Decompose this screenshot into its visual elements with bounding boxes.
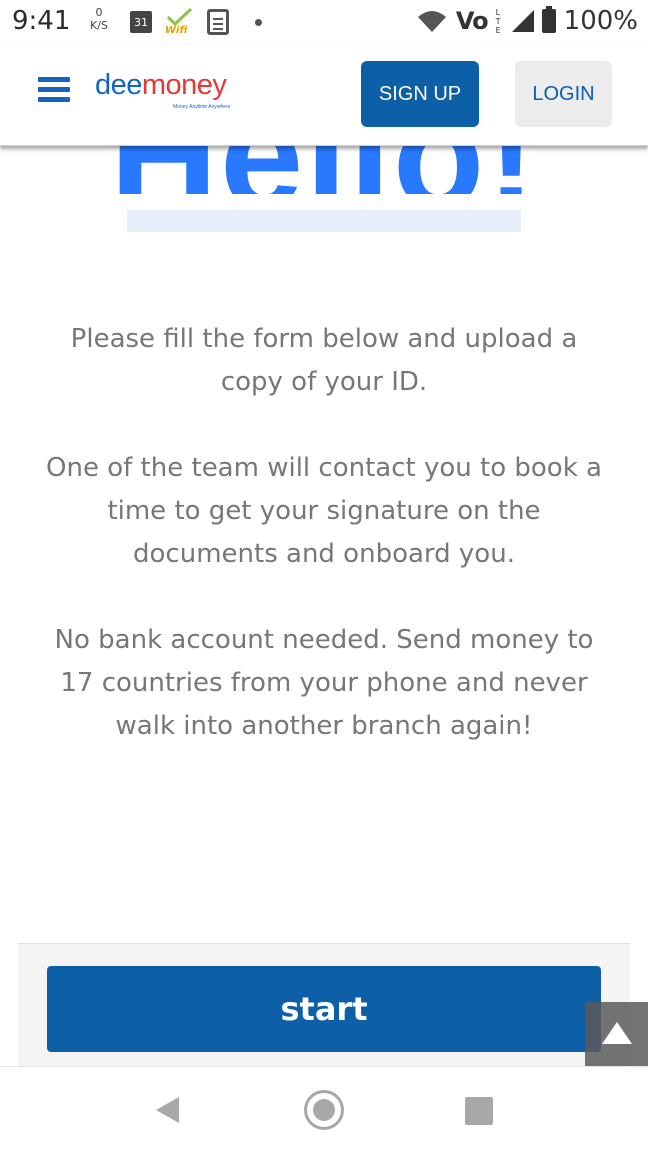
logo-money: money	[141, 69, 227, 101]
deemoney-logo[interactable]: deemoney Money Anytime Anywhere	[95, 68, 255, 112]
net-speed-indicator: 0 K/S	[88, 6, 110, 32]
intro-text: Please fill the form below and upload a …	[40, 318, 608, 791]
hero-underline	[127, 210, 521, 232]
arrow-up-icon[interactable]	[585, 1002, 648, 1066]
login-button[interactable]: LOGIN	[515, 61, 612, 127]
net-speed-unit: K/S	[90, 19, 108, 32]
net-speed-value: 0	[95, 6, 103, 19]
battery-icon	[541, 6, 556, 33]
status-right-group: Vo LTE 100%	[416, 6, 638, 36]
sign-up-button[interactable]: SIGN UP	[361, 61, 479, 127]
recent-apps-square-icon[interactable]	[465, 1097, 493, 1125]
wifi-app-label: Wifi	[165, 25, 188, 36]
cell-signal-icon	[511, 10, 534, 32]
hamburger-icon[interactable]	[38, 77, 70, 103]
lte-label: LTE	[495, 7, 501, 35]
volte-label: Vo	[455, 7, 489, 35]
intro-paragraph-3: No bank account needed. Send money to 17…	[54, 625, 594, 741]
calendar-icon: 31	[130, 11, 152, 33]
logo-tagline: Money Anytime Anywhere	[173, 104, 231, 110]
start-button[interactable]: start	[47, 966, 601, 1052]
notification-dot-icon	[255, 19, 262, 26]
status-bar: 9:41 0 K/S 31 Wifi Vo LTE 100%	[0, 0, 648, 44]
wifi-app-icon: Wifi	[165, 7, 193, 36]
app-header: deemoney Money Anytime Anywhere SIGN UP …	[0, 44, 648, 146]
checkmark-icon	[166, 7, 193, 27]
logo-dee: dee	[95, 69, 142, 101]
back-triangle-icon[interactable]	[153, 1095, 183, 1125]
android-nav-bar	[0, 1066, 648, 1152]
intro-paragraph-2: One of the team will contact you to book…	[46, 453, 602, 569]
battery-percent: 100%	[563, 6, 638, 36]
intro-paragraph-1: Please fill the form below and upload a …	[70, 324, 578, 397]
notes-icon	[207, 9, 229, 35]
status-time: 9:41	[12, 6, 71, 36]
logo-wordmark: deemoney	[95, 68, 255, 102]
wifi-signal-icon	[417, 11, 446, 32]
home-circle-icon[interactable]	[304, 1090, 344, 1130]
